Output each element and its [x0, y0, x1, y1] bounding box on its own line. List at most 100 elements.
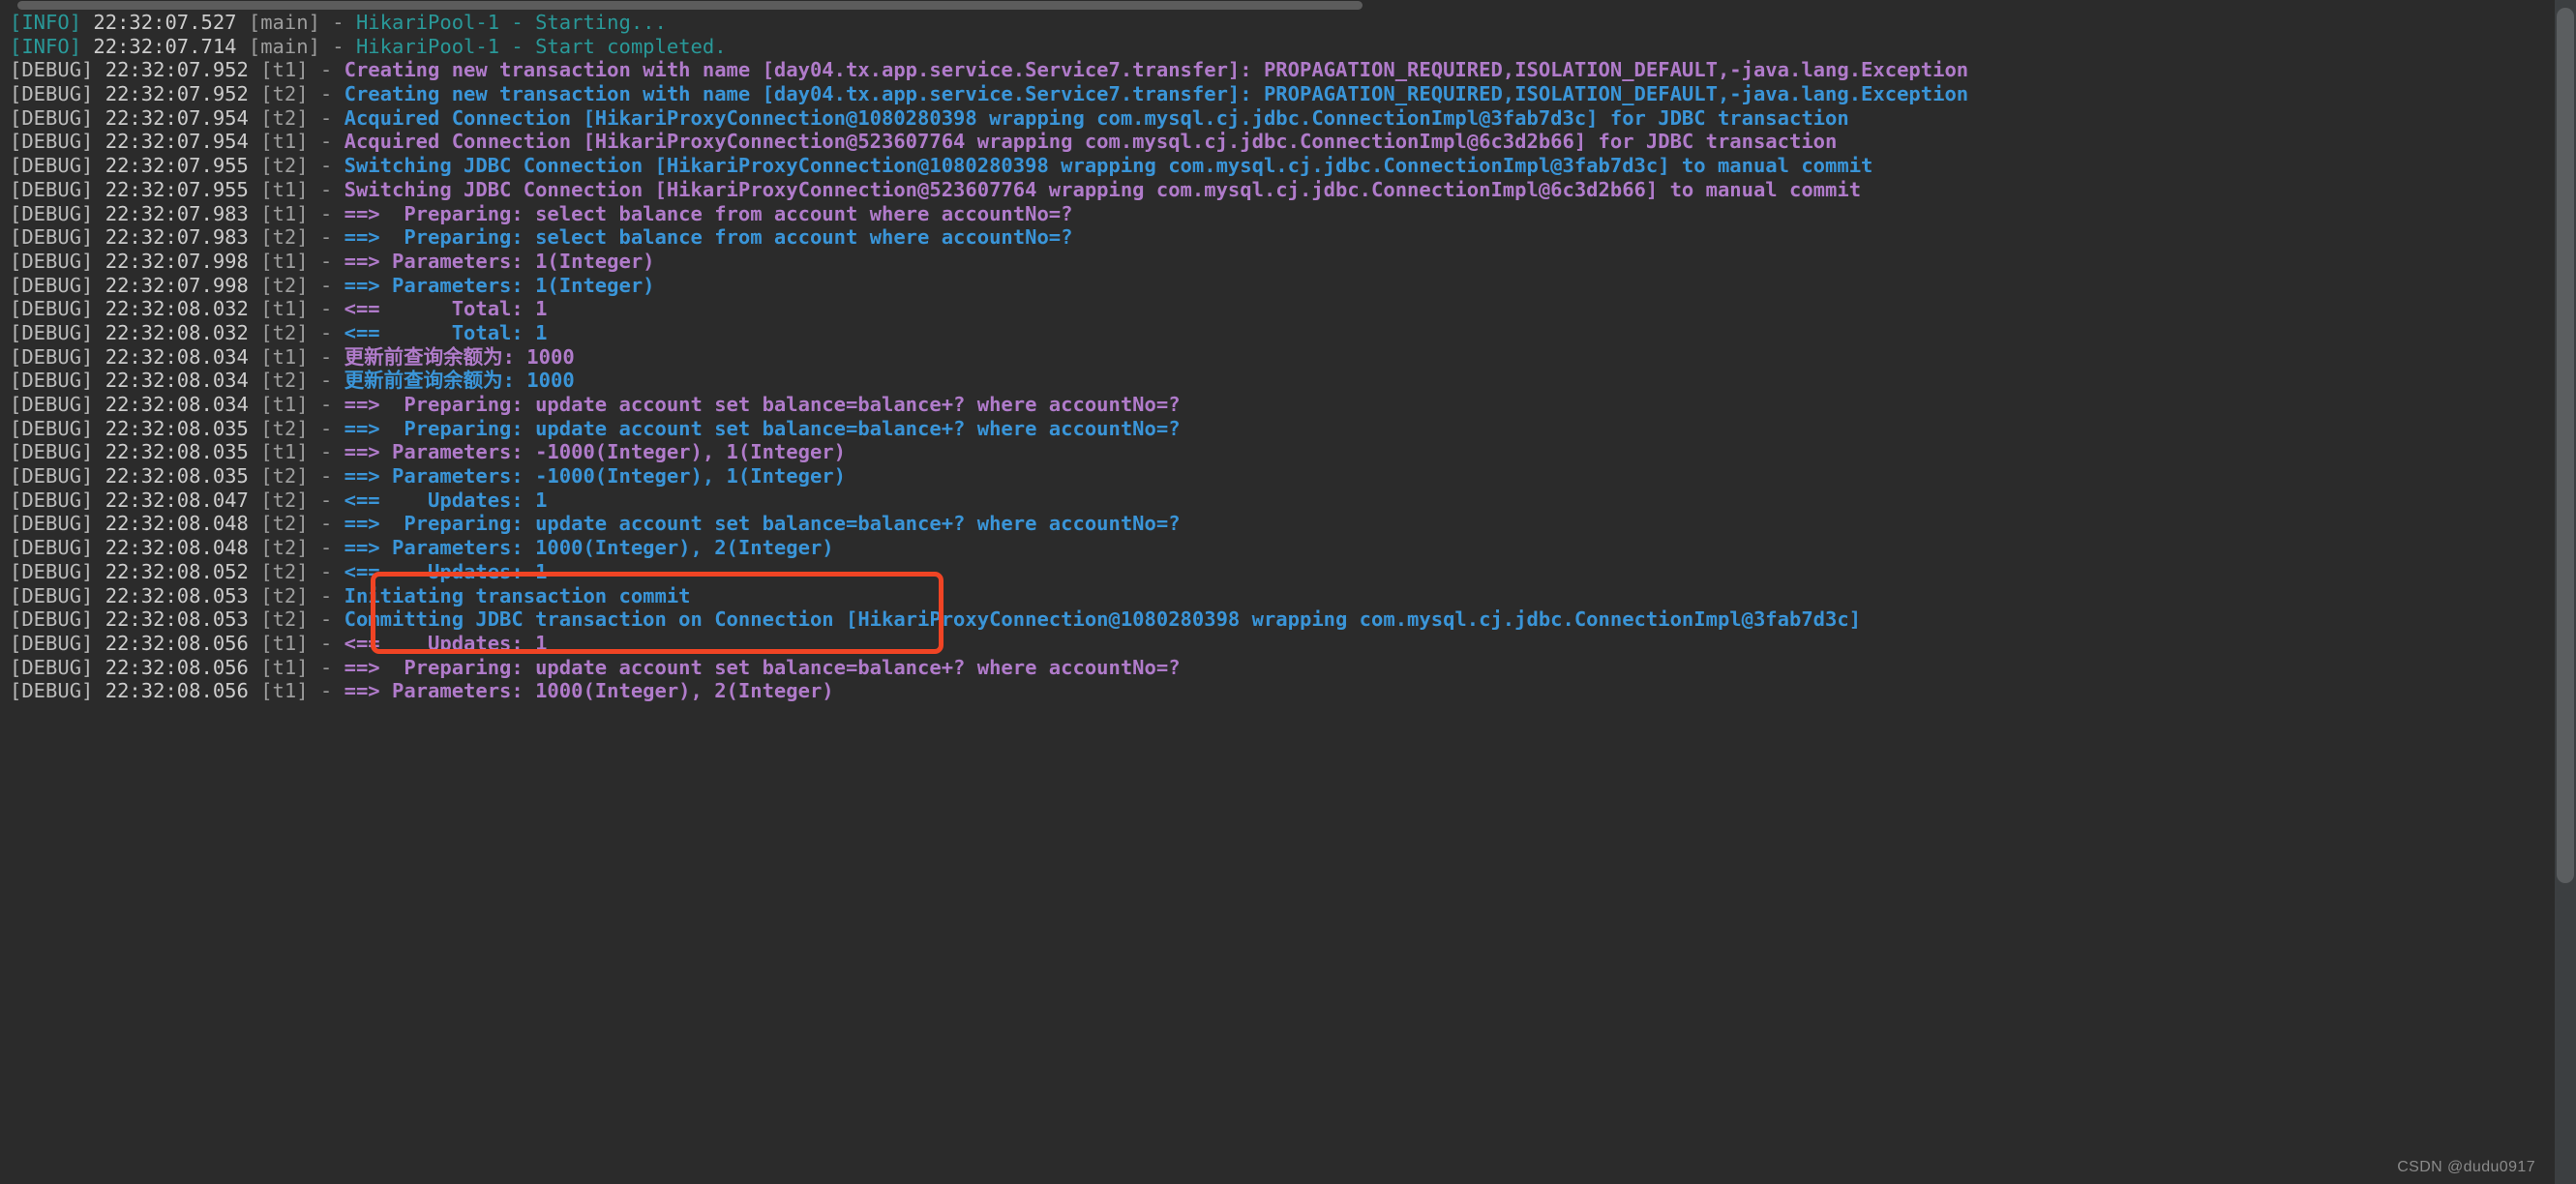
log-line[interactable]: [DEBUG] 22:32:08.052 [t2] - <== Updates:…	[0, 560, 2555, 584]
log-line[interactable]: [DEBUG] 22:32:08.056 [t1] - ==> Paramete…	[0, 679, 2555, 703]
log-separator: -	[319, 225, 333, 250]
log-message: ==> Preparing: update account set balanc…	[344, 393, 1181, 416]
log-line[interactable]: [DEBUG] 22:32:08.032 [t1] - <== Total: 1	[0, 297, 2555, 321]
log-timestamp: 22:32:07.955	[105, 177, 249, 201]
log-message: ==> Parameters: -1000(Integer), 1(Intege…	[344, 440, 846, 464]
horizontal-scrollbar-track[interactable]	[0, 0, 2576, 11]
log-timestamp: 22:32:08.056	[105, 631, 249, 655]
log-line[interactable]: [DEBUG] 22:32:08.048 [t2] - ==> Paramete…	[0, 536, 2555, 560]
log-thread: [t2]	[260, 607, 309, 632]
log-separator: -	[319, 344, 333, 369]
log-level: [INFO]	[10, 11, 82, 34]
log-thread: [t2]	[260, 369, 309, 393]
log-line[interactable]: [DEBUG] 22:32:08.056 [t1] - <== Updates:…	[0, 632, 2555, 656]
log-timestamp: 22:32:08.053	[105, 607, 249, 632]
log-thread: [t2]	[260, 225, 309, 250]
log-line[interactable]: [INFO] 22:32:07.527 [main] - HikariPool-…	[0, 11, 2555, 35]
log-level: [DEBUG]	[10, 536, 94, 560]
log-level: [DEBUG]	[10, 154, 94, 178]
log-separator: -	[319, 393, 333, 416]
log-thread: [t2]	[260, 488, 309, 512]
log-separator: -	[319, 536, 333, 560]
log-timestamp: 22:32:08.035	[105, 464, 249, 488]
log-line[interactable]: [DEBUG] 22:32:08.034 [t2] - 更新前查询余额为: 10…	[0, 369, 2555, 393]
log-message: 更新前查询余额为: 1000	[344, 344, 575, 369]
log-level: [DEBUG]	[10, 559, 94, 583]
log-thread: [t2]	[260, 105, 309, 130]
log-message: ==> Preparing: select balance from accou…	[344, 201, 1073, 225]
log-line[interactable]: [INFO] 22:32:07.714 [main] - HikariPool-…	[0, 35, 2555, 59]
log-level: [DEBUG]	[10, 655, 94, 679]
log-separator: -	[319, 655, 333, 679]
log-output-area[interactable]: [INFO] 22:32:07.527 [main] - HikariPool-…	[0, 11, 2555, 1184]
log-message: ==> Preparing: update account set balanc…	[344, 512, 1181, 536]
log-thread: [main]	[248, 34, 320, 58]
log-message: <== Total: 1	[344, 320, 548, 344]
log-level: [DEBUG]	[10, 369, 94, 393]
log-level: [DEBUG]	[10, 105, 94, 130]
log-line[interactable]: [DEBUG] 22:32:08.053 [t2] - Initiating t…	[0, 584, 2555, 608]
log-timestamp: 22:32:08.035	[105, 440, 249, 464]
log-line[interactable]: [DEBUG] 22:32:07.954 [t2] - Acquired Con…	[0, 106, 2555, 131]
log-line[interactable]: [DEBUG] 22:32:07.998 [t1] - ==> Paramete…	[0, 250, 2555, 274]
log-thread: [t2]	[260, 273, 309, 297]
log-thread: [t1]	[260, 297, 309, 321]
log-separator: -	[332, 34, 344, 58]
log-level: [DEBUG]	[10, 488, 94, 512]
log-line[interactable]: [DEBUG] 22:32:08.053 [t2] - Committing J…	[0, 607, 2555, 632]
log-timestamp: 22:32:08.053	[105, 583, 249, 607]
log-timestamp: 22:32:07.952	[105, 58, 249, 82]
log-thread: [t2]	[260, 512, 309, 536]
log-message: Acquired Connection [HikariProxyConnecti…	[344, 130, 1838, 154]
log-thread: [t1]	[260, 58, 309, 82]
log-line[interactable]: [DEBUG] 22:32:08.047 [t2] - <== Updates:…	[0, 488, 2555, 513]
log-level: [DEBUG]	[10, 607, 94, 632]
console-log-window: [INFO] 22:32:07.527 [main] - HikariPool-…	[0, 0, 2576, 1184]
log-line[interactable]: [DEBUG] 22:32:08.034 [t1] - ==> Preparin…	[0, 393, 2555, 417]
vertical-scrollbar-thumb[interactable]	[2557, 8, 2574, 883]
horizontal-scrollbar-thumb[interactable]	[17, 1, 1363, 10]
log-separator: -	[319, 273, 333, 297]
log-line[interactable]: [DEBUG] 22:32:08.032 [t2] - <== Total: 1	[0, 321, 2555, 345]
log-line[interactable]: [DEBUG] 22:32:08.035 [t2] - ==> Preparin…	[0, 417, 2555, 441]
log-thread: [t2]	[260, 536, 309, 560]
log-line[interactable]: [DEBUG] 22:32:07.952 [t1] - Creating new…	[0, 58, 2555, 82]
log-separator: -	[319, 488, 333, 512]
log-line[interactable]: [DEBUG] 22:32:07.983 [t1] - ==> Preparin…	[0, 202, 2555, 226]
log-message: Creating new transaction with name [day0…	[344, 82, 1969, 106]
log-level: [DEBUG]	[10, 464, 94, 488]
log-line[interactable]: [DEBUG] 22:32:07.954 [t1] - Acquired Con…	[0, 130, 2555, 154]
log-thread: [t1]	[260, 344, 309, 369]
log-line[interactable]: [DEBUG] 22:32:07.998 [t2] - ==> Paramete…	[0, 274, 2555, 298]
log-timestamp: 22:32:07.527	[93, 11, 237, 34]
log-line[interactable]: [DEBUG] 22:32:07.983 [t2] - ==> Preparin…	[0, 225, 2555, 250]
log-line[interactable]: [DEBUG] 22:32:07.952 [t2] - Creating new…	[0, 82, 2555, 106]
log-level: [DEBUG]	[10, 583, 94, 607]
log-timestamp: 22:32:08.048	[105, 536, 249, 560]
log-timestamp: 22:32:08.032	[105, 297, 249, 321]
log-timestamp: 22:32:07.952	[105, 82, 249, 106]
log-message: HikariPool-1 - Starting...	[355, 11, 667, 34]
log-level: [DEBUG]	[10, 320, 94, 344]
log-line[interactable]: [DEBUG] 22:32:07.955 [t2] - Switching JD…	[0, 154, 2555, 178]
log-thread: [t2]	[260, 82, 309, 106]
log-timestamp: 22:32:08.056	[105, 655, 249, 679]
log-line[interactable]: [DEBUG] 22:32:08.056 [t1] - ==> Preparin…	[0, 656, 2555, 680]
log-line[interactable]: [DEBUG] 22:32:08.048 [t2] - ==> Preparin…	[0, 512, 2555, 536]
log-separator: -	[319, 297, 333, 321]
log-level: [DEBUG]	[10, 416, 94, 440]
log-line[interactable]: [DEBUG] 22:32:08.035 [t1] - ==> Paramete…	[0, 440, 2555, 464]
log-timestamp: 22:32:07.955	[105, 154, 249, 178]
log-level: [DEBUG]	[10, 177, 94, 201]
log-separator: -	[319, 631, 333, 655]
log-line[interactable]: [DEBUG] 22:32:07.955 [t1] - Switching JD…	[0, 178, 2555, 202]
log-message: ==> Parameters: 1000(Integer), 2(Integer…	[344, 536, 834, 560]
vertical-scrollbar-track[interactable]	[2555, 0, 2576, 1184]
log-separator: -	[319, 201, 333, 225]
log-line[interactable]: [DEBUG] 22:32:08.035 [t2] - ==> Paramete…	[0, 464, 2555, 488]
log-separator: -	[319, 130, 333, 154]
log-line[interactable]: [DEBUG] 22:32:08.034 [t1] - 更新前查询余额为: 10…	[0, 345, 2555, 370]
log-message: 更新前查询余额为: 1000	[344, 369, 575, 393]
log-message: ==> Parameters: 1(Integer)	[344, 249, 655, 273]
log-timestamp: 22:32:08.056	[105, 679, 249, 703]
